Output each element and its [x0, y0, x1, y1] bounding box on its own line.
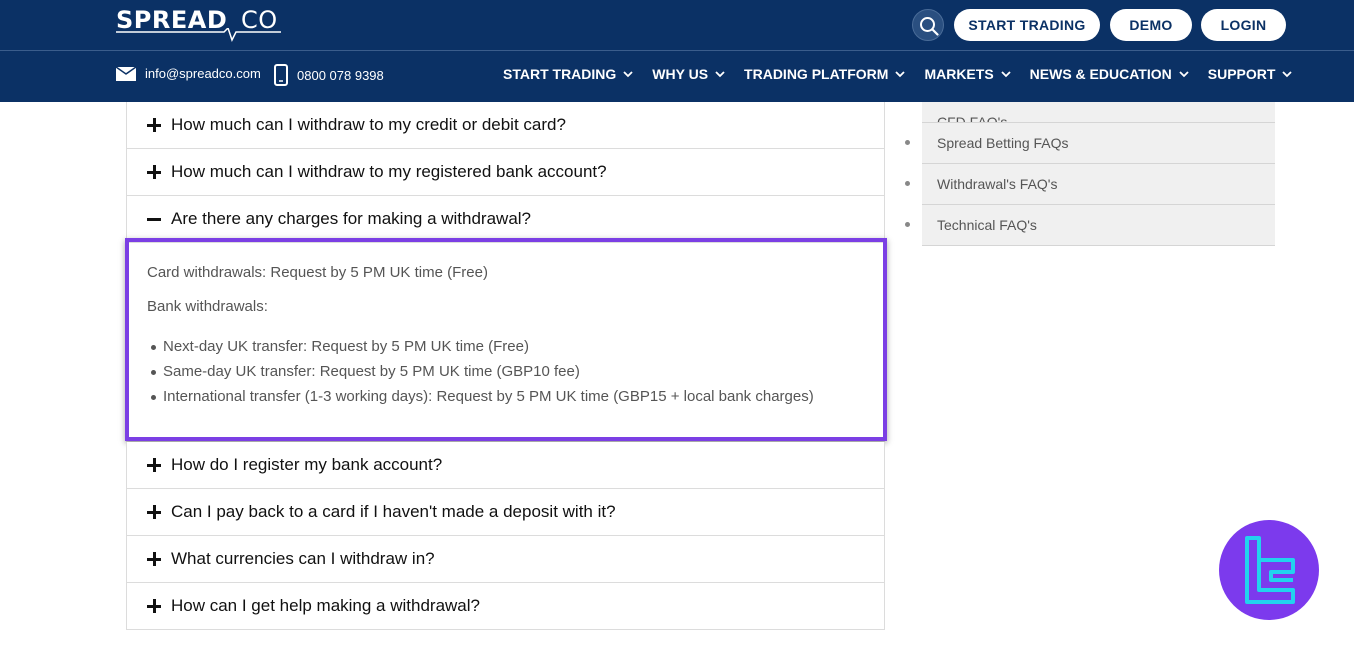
- nav-start-trading[interactable]: START TRADING: [503, 66, 633, 82]
- list-item: Same-day UK transfer: Request by 5 PM UK…: [151, 363, 814, 388]
- list-item: International transfer (1-3 working days…: [151, 388, 814, 413]
- nav-support[interactable]: SUPPORT: [1208, 66, 1293, 82]
- chevron-down-icon: [1179, 71, 1189, 78]
- nav-label: SUPPORT: [1207, 66, 1276, 82]
- logo-heartbeat-icon: [116, 28, 281, 42]
- tc-logo-badge: [1219, 520, 1319, 620]
- nav-news-education[interactable]: NEWS & EDUCATION: [1030, 66, 1189, 82]
- nav-trading-platform[interactable]: TRADING PLATFORM: [744, 66, 906, 82]
- faq-item[interactable]: Can I pay back to a card if I haven't ma…: [126, 489, 885, 536]
- faq-question: How do I register my bank account?: [171, 455, 443, 474]
- chevron-down-icon: [895, 71, 906, 78]
- envelope-icon: [116, 66, 136, 81]
- phone-contact[interactable]: 0800 078 9398: [274, 64, 384, 86]
- chevron-down-icon: [1282, 71, 1293, 78]
- nav-label: START TRADING: [503, 66, 617, 82]
- faq-sidebar: CFD FAQ's Spread Betting FAQs Withdrawal…: [905, 102, 1275, 246]
- faq-question: Can I pay back to a card if I haven't ma…: [171, 502, 616, 521]
- plus-icon: [147, 505, 161, 519]
- faq-question: Are there any charges for making a withd…: [171, 209, 532, 228]
- list-item: Next-day UK transfer: Request by 5 PM UK…: [151, 338, 814, 363]
- faq-item-open[interactable]: Are there any charges for making a withd…: [126, 196, 885, 243]
- plus-icon: [147, 118, 161, 132]
- minus-icon: [147, 212, 161, 226]
- sidebar-item-label: Spread Betting FAQs: [937, 135, 1069, 151]
- faq-item[interactable]: How much can I withdraw to my registered…: [126, 149, 885, 196]
- chevron-down-icon: [715, 71, 725, 78]
- card-withdrawal-text: Card withdrawals: Request by 5 PM UK tim…: [147, 264, 488, 281]
- faq-question: How much can I withdraw to my credit or …: [171, 115, 566, 134]
- email-contact[interactable]: info@spreadco.com: [116, 66, 261, 81]
- faq-accordion: How much can I withdraw to my credit or …: [125, 102, 887, 630]
- search-button[interactable]: [912, 9, 944, 41]
- faq-item[interactable]: How can I get help making a withdrawal?: [126, 583, 885, 630]
- sidebar-item-label: Withdrawal's FAQ's: [937, 176, 1058, 192]
- tc-logo-icon: [1245, 536, 1295, 604]
- bank-withdrawal-list: Next-day UK transfer: Request by 5 PM UK…: [151, 338, 814, 413]
- sidebar-item-label: CFD FAQ's: [937, 114, 1008, 123]
- nav-label: TRADING PLATFORM: [744, 66, 889, 82]
- plus-icon: [147, 165, 161, 179]
- plus-icon: [147, 599, 161, 613]
- plus-icon: [147, 458, 161, 472]
- faq-item[interactable]: How much can I withdraw to my credit or …: [126, 102, 885, 149]
- faq-item[interactable]: How do I register my bank account?: [126, 442, 885, 489]
- login-button[interactable]: LOGIN: [1201, 9, 1286, 41]
- faq-question: What currencies can I withdraw in?: [171, 549, 435, 568]
- bank-withdrawal-heading: Bank withdrawals:: [147, 298, 268, 315]
- demo-button[interactable]: DEMO: [1110, 9, 1192, 41]
- faq-item[interactable]: What currencies can I withdraw in?: [126, 536, 885, 583]
- nav-label: WHY US: [652, 66, 709, 82]
- plus-icon: [147, 552, 161, 566]
- site-header: SPREAD CO START TRADING DEMO LOGIN info@…: [0, 0, 1354, 102]
- mobile-phone-icon: [274, 64, 288, 86]
- search-icon: [920, 17, 939, 36]
- sidebar-item-withdrawals-faqs[interactable]: Withdrawal's FAQ's: [905, 164, 1275, 205]
- sidebar-item-label: Technical FAQ's: [937, 217, 1037, 233]
- email-text: info@spreadco.com: [145, 66, 261, 81]
- phone-text: 0800 078 9398: [297, 67, 384, 83]
- chevron-down-icon: [1001, 71, 1011, 78]
- nav-markets[interactable]: MARKETS: [924, 66, 1011, 82]
- sidebar-item-technical-faqs[interactable]: Technical FAQ's: [905, 205, 1275, 246]
- nav-why-us[interactable]: WHY US: [652, 66, 725, 82]
- sidebar-item-cfd-faqs[interactable]: CFD FAQ's: [922, 102, 1275, 123]
- nav-label: MARKETS: [924, 66, 994, 82]
- sidebar-item-spread-betting-faqs[interactable]: Spread Betting FAQs: [905, 123, 1275, 164]
- faq-question: How much can I withdraw to my registered…: [171, 162, 607, 181]
- faq-answer-panel: Card withdrawals: Request by 5 PM UK tim…: [125, 238, 887, 442]
- nav-label: NEWS & EDUCATION: [1029, 66, 1172, 82]
- main-nav: START TRADING WHY US TRADING PLATFORM MA…: [503, 66, 1293, 82]
- header-divider: [0, 50, 1354, 51]
- chevron-down-icon: [623, 71, 633, 78]
- start-trading-button[interactable]: START TRADING: [954, 9, 1100, 41]
- faq-question: How can I get help making a withdrawal?: [171, 596, 480, 615]
